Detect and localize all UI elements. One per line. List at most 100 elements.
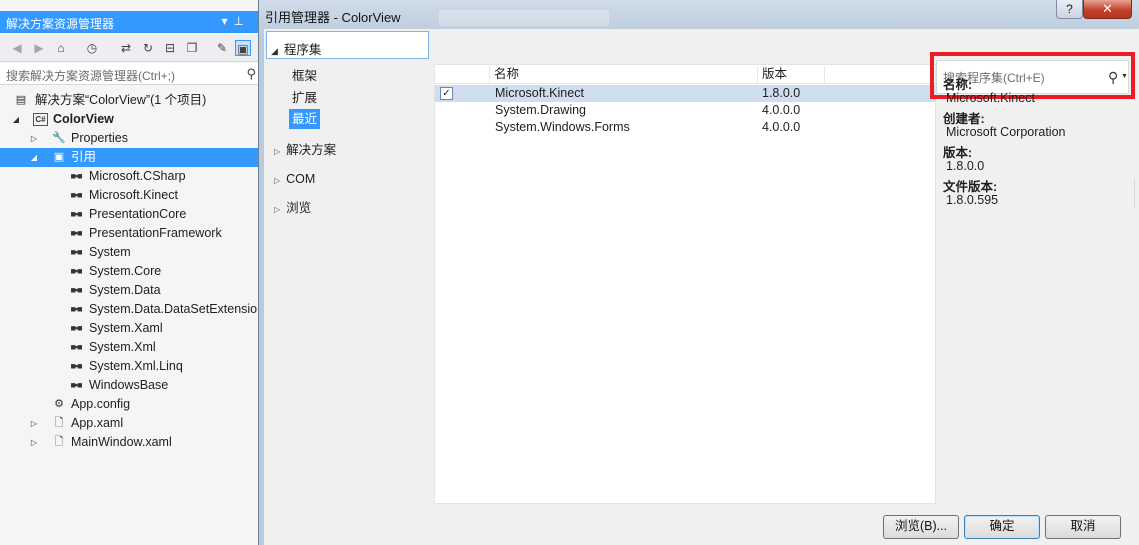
- tree-item-label: Properties: [71, 131, 128, 145]
- collapsed-arrow-icon[interactable]: ▷: [29, 433, 39, 452]
- details-name-value: Microsoft.Kinect: [946, 91, 1035, 105]
- csharp-project-icon: C#: [33, 113, 48, 126]
- tree-item-label: Microsoft.CSharp: [89, 169, 186, 183]
- tree-item-file[interactable]: ▷ 🗋 App.xaml: [0, 414, 258, 433]
- solution-explorer-panel: 解决方案资源管理器 ▾⊥ ◀ ▶ ⌂ ◷ ⇄ ↻ ⊟ ❐ ✎ ▣ 搜索解决方案资…: [0, 0, 270, 545]
- tree-item-reference[interactable]: ■▪■ WindowsBase: [0, 376, 258, 395]
- history-icon[interactable]: ◷: [84, 40, 100, 56]
- tree-item-reference[interactable]: ■▪■ Microsoft.Kinect: [0, 186, 258, 205]
- tree-item-references[interactable]: ◢ ▣ 引用: [0, 148, 258, 167]
- sync-icon[interactable]: ⇄: [118, 40, 134, 56]
- expanded-arrow-icon[interactable]: ◢: [11, 110, 21, 129]
- assembly-list[interactable]: 名称 版本 ✓ Microsoft.Kinect 1.8.0.0 System.…: [434, 64, 936, 504]
- solution-explorer-search-placeholder: 搜索解决方案资源管理器(Ctrl+;): [6, 69, 175, 83]
- tree-item-reference[interactable]: ■▪■ System.Data: [0, 281, 258, 300]
- assembly-version: 4.0.0.0: [762, 103, 801, 117]
- dialog-title: 引用管理器 - ColorView: [265, 10, 401, 25]
- tree-item-file[interactable]: ⚙ App.config: [0, 395, 258, 414]
- tree-item-reference[interactable]: ■▪■ PresentationCore: [0, 205, 258, 224]
- refresh-icon[interactable]: ↻: [140, 40, 156, 56]
- tree-item-reference[interactable]: ■▪■ System.Xml: [0, 338, 258, 357]
- reference-icon: ■▪■: [70, 266, 82, 276]
- details-version-value: 1.8.0.0: [946, 159, 985, 173]
- reference-icon: ■▪■: [70, 228, 82, 238]
- home-icon[interactable]: ⌂: [53, 40, 69, 56]
- collapsed-arrow-icon[interactable]: ▷: [274, 176, 280, 185]
- nav-solution[interactable]: ▷ 解决方案: [274, 141, 336, 159]
- config-file-icon: ⚙: [54, 398, 64, 410]
- reference-icon: ■▪■: [70, 209, 82, 219]
- forward-icon[interactable]: ▶: [31, 40, 47, 56]
- tree-item-label: System: [89, 245, 131, 259]
- tree-item-reference[interactable]: ■▪■ System.Xml.Linq: [0, 357, 258, 376]
- list-row[interactable]: System.Drawing 4.0.0.0: [435, 102, 935, 119]
- nav-extensions[interactable]: 扩展: [289, 88, 320, 108]
- tree-item-label: WindowsBase: [89, 378, 169, 392]
- solution-explorer-title-bar: 解决方案资源管理器 ▾⊥: [0, 11, 258, 33]
- dialog-client-area: ◢ 程序集 框架 扩展 最近 ▷ 解决方案 ▷ COM ▷ 浏览 名称 版本 ✓ Mic: [264, 29, 1139, 545]
- reference-icon: ■▪■: [70, 361, 82, 371]
- nav-framework[interactable]: 框架: [289, 66, 320, 86]
- tree-item-label: PresentationCore: [89, 207, 187, 221]
- tree-item-label: System.Core: [89, 264, 162, 278]
- tree-item-properties[interactable]: ▷ 🔧 Properties: [0, 129, 258, 148]
- expanded-arrow-icon[interactable]: ◢: [29, 148, 39, 167]
- tree-item-label: System.Data: [89, 283, 161, 297]
- references-folder-icon: ▣: [53, 151, 65, 163]
- collapsed-arrow-icon[interactable]: ▷: [29, 414, 39, 433]
- tree-item-label: System.Xml.Linq: [89, 359, 183, 373]
- xaml-file-icon: 🗋: [54, 436, 64, 448]
- list-header: 名称 版本: [435, 66, 935, 84]
- tree-item-solution[interactable]: ▤ 解决方案“ColorView”(1 个项目): [0, 91, 258, 110]
- tree-item-label: 解决方案“ColorView”(1 个项目): [35, 93, 207, 107]
- list-row[interactable]: System.Windows.Forms 4.0.0.0: [435, 119, 935, 136]
- copy-icon[interactable]: ❐: [184, 40, 200, 56]
- nav-browse[interactable]: ▷ 浏览: [274, 199, 311, 217]
- tree-item-reference[interactable]: ■▪■ System.Data.DataSetExtensions: [0, 300, 270, 319]
- tree-item-reference[interactable]: ■▪■ PresentationFramework: [0, 224, 258, 243]
- tree-item-file[interactable]: ▷ 🗋 MainWindow.xaml: [0, 433, 258, 452]
- show-all-files-icon[interactable]: ▣: [235, 40, 251, 56]
- close-button[interactable]: ✕: [1083, 0, 1132, 19]
- cancel-button[interactable]: 取消: [1045, 515, 1121, 539]
- column-header-version[interactable]: 版本: [757, 66, 825, 84]
- collapse-all-icon[interactable]: ⊟: [162, 40, 178, 56]
- help-button[interactable]: ?: [1056, 0, 1083, 19]
- tree-item-label: 引用: [71, 150, 97, 164]
- dropdown-icon[interactable]: ▾: [222, 14, 234, 28]
- tree-item-reference[interactable]: ■▪■ System: [0, 243, 258, 262]
- solution-explorer-title: 解决方案资源管理器: [6, 17, 115, 31]
- nav-recent[interactable]: 最近: [289, 109, 321, 129]
- expanded-arrow-icon[interactable]: ◢: [271, 46, 278, 56]
- nav-com[interactable]: ▷ COM: [274, 170, 315, 188]
- collapsed-arrow-icon[interactable]: ▷: [274, 147, 280, 156]
- assembly-version: 4.0.0.0: [762, 120, 801, 134]
- nav-assemblies-label: 程序集: [283, 43, 322, 57]
- tree-item-label: App.xaml: [71, 416, 124, 430]
- browse-button[interactable]: 浏览(B)...: [883, 515, 959, 539]
- reference-manager-dialog: 引用管理器 - ColorView ? ✕ ◢ 程序集 框架 扩展 最近 ▷ 解决方…: [258, 0, 1139, 545]
- details-creator-value: Microsoft Corporation: [946, 125, 1066, 139]
- search-icon[interactable]: ⚲: [246, 66, 256, 82]
- collapsed-arrow-icon[interactable]: ▷: [274, 205, 280, 214]
- tree-item-reference[interactable]: ■▪■ System.Core: [0, 262, 258, 281]
- list-row[interactable]: ✓ Microsoft.Kinect 1.8.0.0: [435, 85, 935, 102]
- wrench-icon: 🔧: [52, 132, 66, 144]
- include-checkbox[interactable]: ✓: [440, 87, 453, 100]
- details-file-version-value: 1.8.0.595: [946, 193, 999, 207]
- scrollbar-track[interactable]: [1134, 179, 1135, 209]
- ok-button[interactable]: 确定: [964, 515, 1040, 539]
- nav-assemblies[interactable]: ◢ 程序集: [266, 31, 429, 59]
- column-header-name[interactable]: 名称: [489, 66, 757, 84]
- tree-item-project[interactable]: ◢ C# ColorView: [0, 110, 258, 129]
- solution-explorer-search[interactable]: 搜索解决方案资源管理器(Ctrl+;) ⚲: [0, 63, 258, 85]
- dialog-nav: ◢ 程序集 框架 扩展 最近 ▷ 解决方案 ▷ COM ▷ 浏览: [264, 29, 434, 499]
- properties-wrench-icon[interactable]: ✎: [214, 40, 230, 56]
- pin-icon[interactable]: ⊥: [234, 14, 250, 28]
- tree-item-label: App.config: [71, 397, 131, 411]
- back-icon[interactable]: ◀: [9, 40, 25, 56]
- tree-item-reference[interactable]: ■▪■ Microsoft.CSharp: [0, 167, 258, 186]
- tree-item-reference[interactable]: ■▪■ System.Xaml: [0, 319, 258, 338]
- collapsed-arrow-icon[interactable]: ▷: [29, 129, 39, 148]
- assembly-name: System.Windows.Forms: [495, 120, 630, 134]
